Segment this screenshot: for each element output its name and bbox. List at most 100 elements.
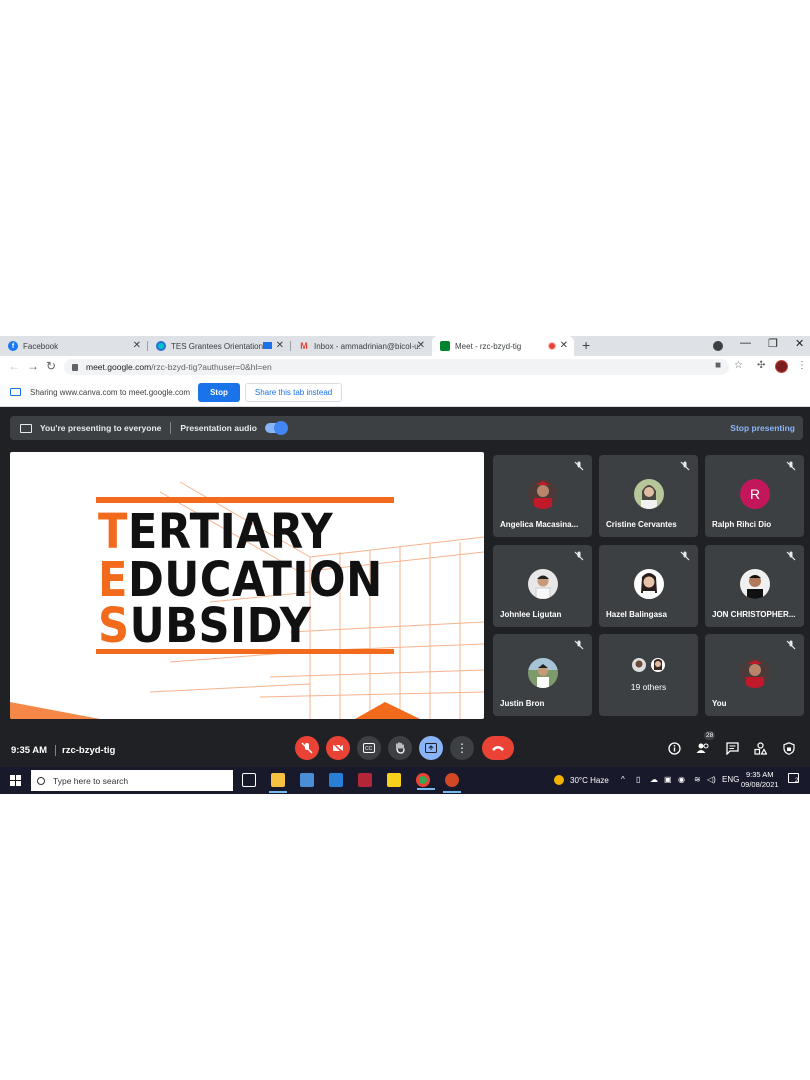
tab-facebook[interactable]: f Facebook ✕ <box>0 336 147 356</box>
present-button[interactable] <box>419 736 443 760</box>
captions-button[interactable]: CC <box>357 736 381 760</box>
taskbar-search[interactable]: Type here to search <box>31 770 233 791</box>
extensions-icon[interactable]: ✣ <box>757 360 765 371</box>
tab-search-icon[interactable] <box>713 341 723 351</box>
meeting-details-button[interactable] <box>666 740 682 756</box>
presentation-audio-toggle[interactable] <box>264 421 288 435</box>
raise-hand-button[interactable] <box>388 736 412 760</box>
people-icon <box>696 743 709 753</box>
close-icon[interactable]: ✕ <box>133 340 141 351</box>
weather-haze-icon <box>554 775 564 785</box>
participant-tile[interactable]: Johnlee Ligutan <box>493 545 592 627</box>
captions-icon: CC <box>363 743 375 753</box>
network-icon[interactable]: ◉ <box>678 775 685 784</box>
activities-icon <box>753 741 767 755</box>
tab-meet[interactable]: Meet - rzc-bzyd-tig ✕ <box>432 336 574 356</box>
reload-icon[interactable]: ↻ <box>46 359 56 373</box>
leave-call-button[interactable] <box>482 736 514 760</box>
host-controls-button[interactable] <box>781 740 797 756</box>
slide-line-1: TERTIARY <box>98 504 334 560</box>
mic-off-icon <box>574 640 584 650</box>
notification-count: 2 <box>795 778 799 784</box>
avatar <box>634 479 664 509</box>
back-icon[interactable]: ← <box>8 359 20 373</box>
notifications-icon[interactable]: 2 <box>788 773 799 785</box>
more-options-button[interactable]: ⋮ <box>450 736 474 760</box>
present-screen-icon <box>20 423 32 433</box>
tab-gmail[interactable]: M Inbox - ammadrinian@bicol-u.ed ✕ <box>291 336 431 356</box>
window-close-icon[interactable]: ✕ <box>795 337 804 350</box>
info-icon <box>667 741 681 755</box>
tab-strip: f Facebook ✕ TES Grantees Orientation - … <box>0 336 810 356</box>
tab-title: Facebook <box>23 341 59 351</box>
shared-slide: TERTIARY EDUCATION SUBSIDY <box>10 452 484 719</box>
minimize-icon[interactable]: — <box>740 337 751 349</box>
camera-icon[interactable]: ■ <box>715 360 721 371</box>
tab-title: Inbox - ammadrinian@bicol-u.ed <box>314 341 421 351</box>
camera-toggle-button[interactable] <box>326 736 350 760</box>
volume-icon[interactable]: ◁) <box>707 775 716 784</box>
stop-presenting-button[interactable]: Stop presenting <box>730 423 795 433</box>
share-this-tab-button[interactable]: Share this tab instead <box>244 382 343 402</box>
stop-sharing-button[interactable]: Stop <box>198 382 240 402</box>
presenting-status: You're presenting to everyone <box>40 423 162 433</box>
windows-taskbar: Type here to search 30°C Haze ^ ▯ ☁ ▣ ◉ … <box>0 767 810 794</box>
app-icon[interactable] <box>358 773 372 787</box>
chrome-icon[interactable] <box>416 773 435 790</box>
people-button[interactable] <box>695 740 711 756</box>
participant-tile[interactable]: Cristine Cervantes <box>599 455 698 537</box>
participant-tile[interactable]: JON CHRISTOPHER... <box>705 545 804 627</box>
avatar <box>634 569 664 599</box>
participant-tile[interactable]: R Ralph Rihci Dio <box>705 455 804 537</box>
close-icon[interactable]: ✕ <box>417 340 425 351</box>
tray-overflow-icon[interactable]: ^ <box>621 775 625 784</box>
self-tile[interactable]: You <box>705 634 804 716</box>
slide-top-rule <box>96 497 394 503</box>
clock-date: 09/08/2021 <box>741 780 779 789</box>
mail-icon[interactable] <box>329 773 343 787</box>
chat-button[interactable] <box>724 740 740 756</box>
facebook-icon: f <box>8 341 18 351</box>
avatar <box>740 569 770 599</box>
taskbar-clock[interactable]: 9:35 AM 09/08/2021 <box>741 770 779 790</box>
language-indicator[interactable]: ENG <box>722 775 739 784</box>
restore-icon[interactable]: ❐ <box>768 337 778 350</box>
participant-tile[interactable]: Angelica Macasina... <box>493 455 592 537</box>
bookmark-star-icon[interactable]: ☆ <box>734 360 743 371</box>
mic-toggle-button[interactable] <box>295 736 319 760</box>
sharing-message: Sharing www.canva.com to meet.google.com <box>30 387 191 397</box>
participant-tile[interactable]: Justin Bron <box>493 634 592 716</box>
slide-line-3: SUBSIDY <box>98 598 312 654</box>
others-tile[interactable]: 19 others <box>599 634 698 716</box>
close-icon[interactable]: ✕ <box>276 340 284 351</box>
powerpoint-icon[interactable] <box>443 773 461 793</box>
svg-text:CC: CC <box>365 746 373 752</box>
new-tab-button[interactable]: + <box>582 337 590 353</box>
forward-icon[interactable]: → <box>27 359 39 373</box>
address-bar[interactable]: meet.google.com/rzc-bzyd-tig?authuser=0&… <box>64 359 729 375</box>
slide-line-2: EDUCATION <box>98 552 383 608</box>
more-menu-icon[interactable]: ⋮ <box>797 360 807 371</box>
profile-avatar[interactable] <box>775 360 788 373</box>
windows-start-icon[interactable] <box>10 775 21 786</box>
tab-title: Meet - rzc-bzyd-tig <box>455 341 522 351</box>
weather-widget[interactable]: 30°C Haze <box>554 775 609 785</box>
mic-off-icon <box>786 551 796 561</box>
mic-off-icon <box>574 551 584 561</box>
avatar <box>649 656 667 674</box>
tab-canva[interactable]: TES Grantees Orientation - F ✕ <box>148 336 290 356</box>
store-icon[interactable] <box>300 773 314 787</box>
meeting-time: 9:35 AM <box>11 745 48 756</box>
participant-tile[interactable]: Hazel Balingasa <box>599 545 698 627</box>
search-icon <box>37 776 45 785</box>
task-view-icon[interactable] <box>242 773 256 787</box>
more-vert-icon: ⋮ <box>456 741 468 755</box>
close-icon[interactable]: ✕ <box>560 340 568 351</box>
battery-icon[interactable]: ▯ <box>636 775 640 784</box>
wifi-icon[interactable]: ≋ <box>694 775 701 784</box>
file-explorer-icon[interactable] <box>269 773 287 793</box>
sticky-notes-icon[interactable] <box>387 773 401 787</box>
meet-share-icon[interactable]: ▣ <box>664 775 672 784</box>
onedrive-icon[interactable]: ☁ <box>650 775 658 784</box>
activities-button[interactable] <box>752 740 768 756</box>
